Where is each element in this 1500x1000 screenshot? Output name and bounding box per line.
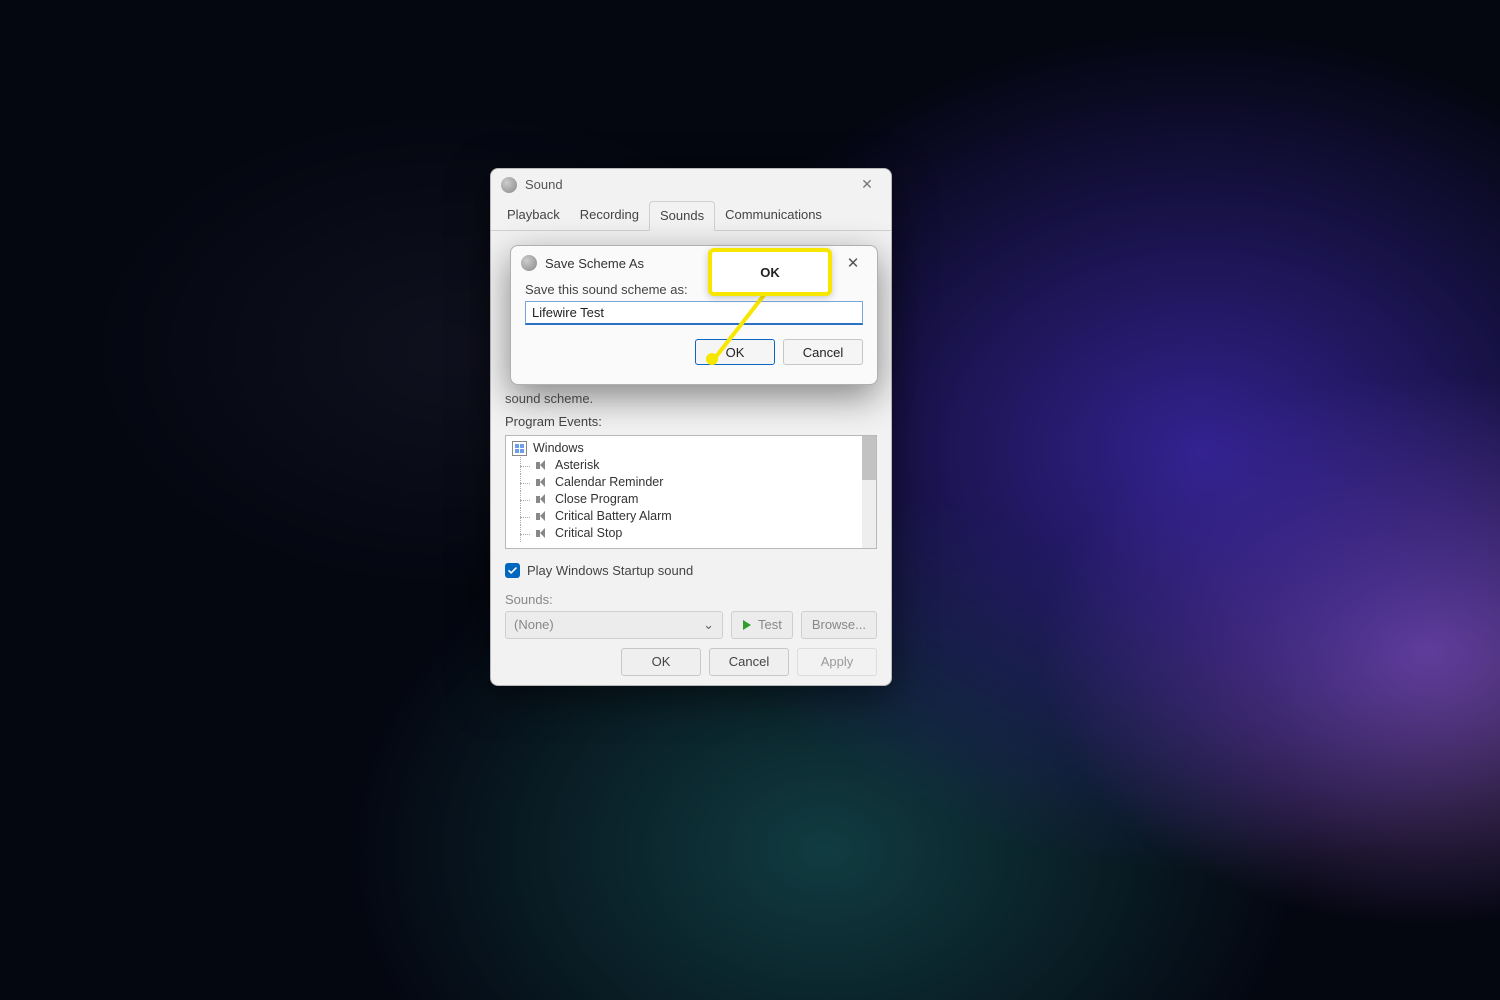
sound-cancel-button[interactable]: Cancel [709, 648, 789, 676]
save-scheme-buttons: OK Cancel [525, 339, 863, 365]
scheme-name-input[interactable] [525, 301, 863, 325]
annotation-endpoint-dot [706, 353, 718, 365]
speaker-icon [536, 494, 549, 505]
sound-ok-button[interactable]: OK [621, 648, 701, 676]
save-scheme-close-button[interactable]: ✕ [839, 249, 867, 277]
sound-tabs: Playback Recording Sounds Communications [491, 201, 891, 231]
program-events-label: Program Events: [505, 414, 877, 429]
play-icon [742, 620, 752, 630]
events-root-label: Windows [533, 440, 584, 457]
startup-sound-label: Play Windows Startup sound [527, 563, 693, 578]
tab-recording[interactable]: Recording [570, 201, 649, 230]
tab-communications[interactable]: Communications [715, 201, 832, 230]
sounds-combobox[interactable]: (None) ⌄ [505, 611, 723, 639]
sound-titlebar: Sound ✕ [491, 169, 891, 201]
speaker-icon [536, 477, 549, 488]
truncated-help-text: sound scheme. [505, 391, 877, 406]
test-button[interactable]: Test [731, 611, 793, 639]
events-root-windows[interactable]: Windows [512, 440, 870, 457]
windows-icon [512, 441, 527, 456]
dialog-icon [521, 255, 537, 271]
chevron-down-icon: ⌄ [703, 617, 714, 633]
speaker-icon [536, 460, 549, 471]
speaker-icon [536, 511, 549, 522]
sound-dialog-buttons: OK Cancel Apply [491, 639, 891, 685]
program-events-list[interactable]: Windows Asterisk Calendar Reminder Close… [505, 435, 877, 549]
save-scheme-cancel-button[interactable]: Cancel [783, 339, 863, 365]
sound-icon [501, 177, 517, 193]
sound-close-button[interactable]: ✕ [853, 171, 881, 199]
tab-sounds[interactable]: Sounds [649, 201, 715, 231]
sounds-combobox-value: (None) [514, 617, 554, 632]
check-icon [507, 565, 518, 576]
annotation-ok-callout: OK [708, 248, 832, 296]
event-item[interactable]: Calendar Reminder [512, 474, 870, 491]
startup-sound-checkbox[interactable] [505, 563, 520, 578]
event-item[interactable]: Critical Stop [512, 525, 870, 542]
event-item[interactable]: Critical Battery Alarm [512, 508, 870, 525]
event-item[interactable]: Close Program [512, 491, 870, 508]
sound-apply-button[interactable]: Apply [797, 648, 877, 676]
browse-button[interactable]: Browse... [801, 611, 877, 639]
event-item[interactable]: Asterisk [512, 457, 870, 474]
tab-playback[interactable]: Playback [497, 201, 570, 230]
sounds-label: Sounds: [505, 592, 877, 607]
sounds-row: (None) ⌄ Test Browse... [505, 611, 877, 639]
sound-title-text: Sound [525, 177, 853, 192]
startup-sound-row[interactable]: Play Windows Startup sound [505, 563, 877, 578]
speaker-icon [536, 528, 549, 539]
